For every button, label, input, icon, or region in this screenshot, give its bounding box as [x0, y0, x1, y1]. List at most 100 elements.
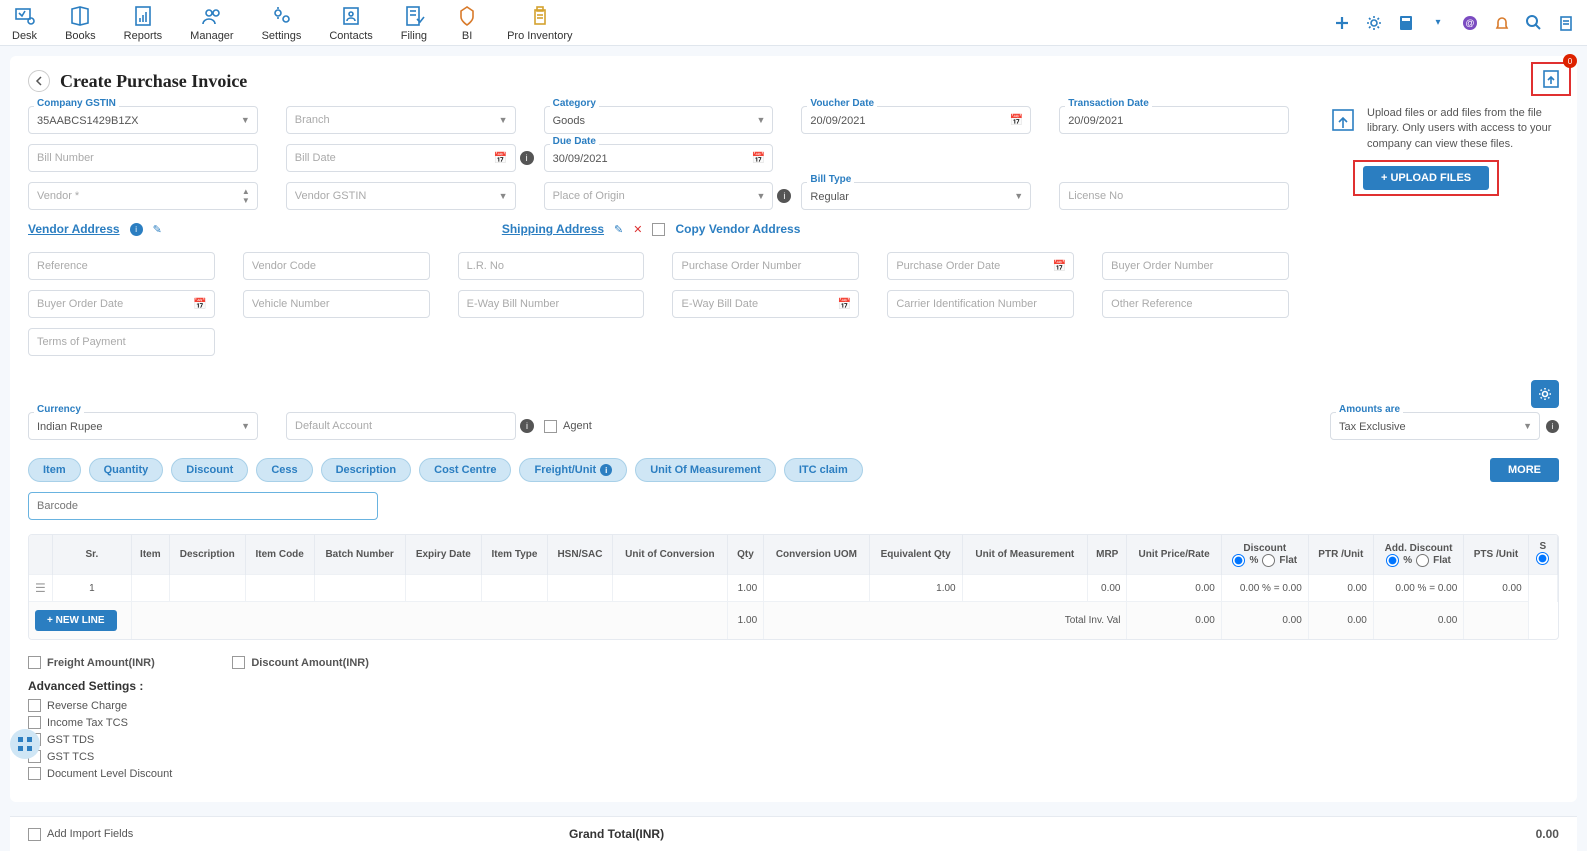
info-icon[interactable]: i [1546, 420, 1559, 433]
manager-icon [200, 4, 224, 28]
other-reference-field[interactable] [1102, 290, 1289, 318]
nav-books[interactable]: Books [65, 4, 96, 42]
eway-bill-field[interactable] [458, 290, 645, 318]
svg-text:@: @ [1465, 18, 1474, 28]
reverse-charge-checkbox[interactable] [28, 699, 41, 712]
edit-icon[interactable]: ✎ [153, 223, 162, 236]
po-number-field[interactable] [672, 252, 859, 280]
more-button[interactable]: MORE [1490, 458, 1559, 482]
top-nav: Desk Books Reports Manager Settings Cont… [0, 0, 1587, 46]
branch-field[interactable]: ▼ [286, 106, 516, 134]
pill-uom[interactable]: Unit Of Measurement [635, 458, 776, 482]
nav-pro-inventory[interactable]: Pro Inventory [507, 4, 572, 42]
table-row[interactable]: ☰ 1 1.00 1.00 0.00 0.00 0.00 % = 0.00 0.… [29, 575, 1558, 602]
search-icon[interactable] [1525, 14, 1543, 32]
pill-freight[interactable]: Freight/Uniti [519, 458, 627, 482]
attachment-icon-box[interactable]: 0 [1531, 62, 1571, 96]
add-discount-pct-radio[interactable] [1386, 554, 1399, 567]
add-discount-flat-radio[interactable] [1416, 554, 1429, 567]
copy-address-checkbox[interactable] [652, 223, 665, 236]
info-icon[interactable]: i [520, 419, 534, 433]
barcode-input[interactable] [28, 492, 378, 520]
company-gstin-field[interactable]: Company GSTIN 35AABCS1429B1ZX ▼ [28, 106, 258, 134]
default-account-field[interactable]: i [286, 412, 516, 440]
th-expiry: Expiry Date [405, 535, 481, 575]
edit-icon[interactable]: ✎ [614, 223, 623, 236]
pill-item[interactable]: Item [28, 458, 81, 482]
desk-icon [13, 4, 37, 28]
nav-desk[interactable]: Desk [12, 4, 37, 42]
info-icon[interactable]: i [130, 223, 143, 236]
pill-cess[interactable]: Cess [256, 458, 312, 482]
freight-checkbox[interactable] [28, 656, 41, 669]
income-tax-tcs-checkbox[interactable] [28, 716, 41, 729]
voucher-date-field[interactable]: Voucher Date 20/09/2021 📅 [801, 106, 1031, 134]
table-settings-button[interactable] [1531, 380, 1559, 408]
pill-discount[interactable]: Discount [171, 458, 248, 482]
due-date-field[interactable]: Due Date30/09/2021📅 [544, 144, 774, 172]
s-radio[interactable] [1536, 552, 1549, 565]
at-icon[interactable]: @ [1461, 14, 1479, 32]
agent-checkbox[interactable] [544, 420, 557, 433]
info-icon: i [600, 464, 612, 476]
th-ptr: PTR /Unit [1308, 535, 1373, 575]
vehicle-number-field[interactable] [243, 290, 430, 318]
vendor-gstin-field[interactable]: ▼ [286, 182, 516, 210]
license-field[interactable] [1059, 182, 1289, 210]
nav-settings[interactable]: Settings [262, 4, 302, 42]
info-icon[interactable]: i [520, 151, 534, 165]
bell-icon[interactable] [1493, 14, 1511, 32]
shipping-address-link[interactable]: Shipping Address [502, 222, 604, 236]
new-line-button[interactable]: + NEW LINE [35, 610, 117, 631]
nav-manager[interactable]: Manager [190, 4, 233, 42]
apps-icon [17, 736, 33, 752]
upload-file-icon [1540, 68, 1562, 90]
pill-cost-centre[interactable]: Cost Centre [419, 458, 511, 482]
nav-filing[interactable]: Filing [401, 4, 427, 42]
clipboard-icon[interactable] [1557, 14, 1575, 32]
terms-field[interactable] [28, 328, 215, 356]
carrier-id-field[interactable] [887, 290, 1074, 318]
buyer-order-no-field[interactable] [1102, 252, 1289, 280]
nav-bi[interactable]: BI [455, 4, 479, 42]
drag-handle-icon[interactable]: ☰ [35, 581, 46, 595]
freight-label: Freight Amount(INR) [47, 657, 155, 669]
vendor-field[interactable]: ▲▼ [28, 182, 258, 210]
vendor-code-field[interactable] [243, 252, 430, 280]
discount-amount-checkbox[interactable] [232, 656, 245, 669]
reports-icon [131, 4, 155, 28]
nav-contacts[interactable]: Contacts [329, 4, 372, 42]
doc-discount-checkbox[interactable] [28, 767, 41, 780]
pill-description[interactable]: Description [321, 458, 412, 482]
pill-quantity[interactable]: Quantity [89, 458, 164, 482]
lr-no-field[interactable] [458, 252, 645, 280]
bill-type-field[interactable]: Bill TypeRegular▼ [801, 182, 1031, 210]
reference-field[interactable] [28, 252, 215, 280]
discount-pct-radio[interactable] [1232, 554, 1245, 567]
back-button[interactable] [28, 70, 50, 92]
eway-bill-date-field[interactable]: 📅 [672, 290, 859, 318]
vendor-address-link[interactable]: Vendor Address [28, 222, 120, 236]
po-date-field[interactable]: 📅 [887, 252, 1074, 280]
place-origin-field[interactable]: ▼i [544, 182, 774, 210]
gear-icon[interactable] [1365, 14, 1383, 32]
discount-flat-radio[interactable] [1262, 554, 1275, 567]
amounts-are-field[interactable]: Amounts are Tax Exclusive ▼ [1330, 412, 1540, 440]
delete-icon[interactable]: ✕ [633, 223, 642, 236]
nav-reports[interactable]: Reports [124, 4, 163, 42]
info-icon[interactable]: i [777, 189, 791, 203]
buyer-order-date-field[interactable]: 📅 [28, 290, 215, 318]
transaction-date-field[interactable]: Transaction Date 20/09/2021 [1059, 106, 1289, 134]
bill-number-field[interactable] [28, 144, 258, 172]
add-import-fields-checkbox[interactable] [28, 828, 41, 841]
bill-date-field[interactable]: 📅i [286, 144, 516, 172]
upload-files-button[interactable]: + UPLOAD FILES [1363, 166, 1489, 190]
category-field[interactable]: Category Goods ▼ [544, 106, 774, 134]
column-pills-row: Item Quantity Discount Cess Description … [28, 458, 1559, 482]
currency-field[interactable]: Currency Indian Rupee ▼ [28, 412, 258, 440]
app-launcher-button[interactable] [10, 729, 40, 759]
pill-itc[interactable]: ITC claim [784, 458, 863, 482]
calculator-icon[interactable] [1397, 14, 1415, 32]
plus-icon[interactable] [1333, 14, 1351, 32]
dropdown-menu-icon[interactable]: ▾ [1429, 14, 1447, 32]
